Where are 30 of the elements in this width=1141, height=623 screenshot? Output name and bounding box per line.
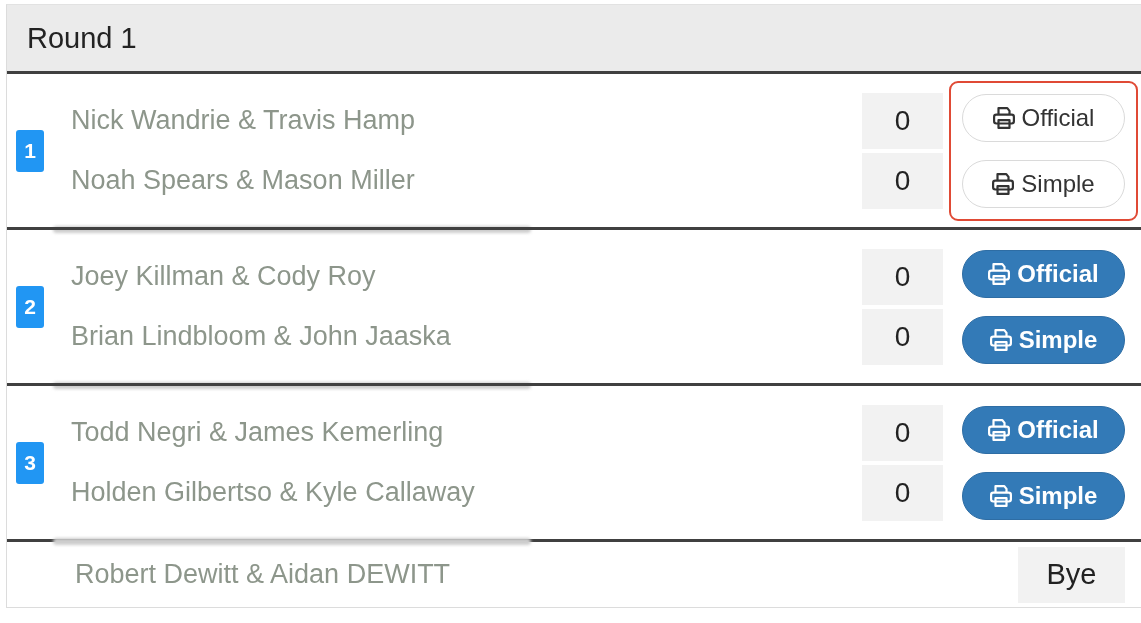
score-cell: 0 [862, 308, 943, 365]
printer-icon [989, 328, 1012, 351]
team-name: Todd Negri & James Kemerling [71, 417, 444, 448]
team-name: Nick Wandrie & Travis Hamp [71, 105, 416, 136]
match-number-badge: 2 [16, 285, 44, 328]
team-name: Holden Gilbertso & Kyle Callaway [71, 477, 475, 508]
printer-icon [992, 106, 1015, 129]
team-name: Robert Dewitt & Aidan DEWITT [75, 559, 451, 590]
score-cell: 0 [862, 152, 943, 209]
printer-icon [988, 262, 1011, 285]
score-cell: 0 [862, 464, 943, 521]
printer-icon [992, 172, 1015, 195]
match-number-badge: 3 [16, 441, 44, 484]
print-button[interactable]: Official [962, 405, 1125, 454]
print-button[interactable]: Simple [962, 471, 1125, 520]
score-cell: 0 [862, 248, 943, 305]
print-button[interactable]: Official [962, 93, 1125, 142]
team-name: Noah Spears & Mason Miller [71, 165, 415, 196]
bye-label: Bye [1018, 546, 1125, 603]
match-number-badge: 1 [16, 129, 44, 172]
score-cell: 0 [862, 92, 943, 149]
print-button[interactable]: Official [962, 249, 1125, 298]
print-button[interactable]: Simple [962, 315, 1125, 364]
score-cell: 0 [862, 404, 943, 461]
team-name: Joey Killman & Cody Roy [71, 261, 376, 292]
print-button[interactable]: Simple [962, 159, 1125, 208]
team-name: Brian Lindbloom & John Jaaska [71, 321, 451, 352]
round-title: Round 1 [27, 21, 137, 55]
printer-icon [988, 418, 1011, 441]
printer-icon [989, 484, 1012, 507]
